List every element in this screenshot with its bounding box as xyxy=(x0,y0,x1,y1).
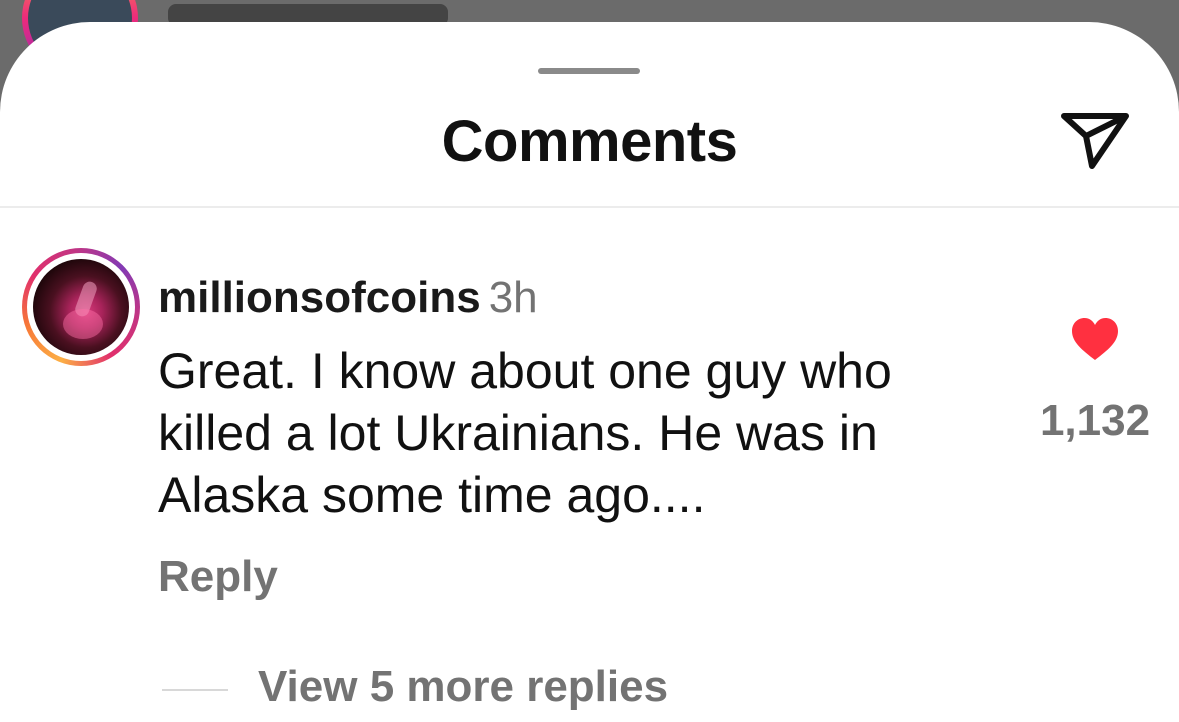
comments-sheet: Comments millionsofcoins 3h Great. I know… xyxy=(0,22,1179,722)
comment-text: Great. I know about one guy who killed a… xyxy=(158,343,892,523)
view-more-replies-button[interactable]: View 5 more replies xyxy=(258,662,668,712)
header-divider xyxy=(0,206,1179,208)
replies-divider xyxy=(162,689,228,691)
heart-filled-icon xyxy=(1072,318,1118,360)
like-button[interactable] xyxy=(1070,316,1120,364)
avatar-image xyxy=(33,259,129,355)
avatar[interactable] xyxy=(22,248,140,366)
reply-button[interactable]: Reply xyxy=(158,552,278,602)
share-button[interactable] xyxy=(1058,106,1132,172)
sheet-title: Comments xyxy=(441,109,738,174)
comment-username[interactable]: millionsofcoins xyxy=(158,273,481,322)
paper-plane-icon xyxy=(1061,113,1129,169)
sheet-grabber[interactable] xyxy=(538,68,640,74)
comment-header: millionsofcoins 3h xyxy=(158,270,538,326)
like-count: 1,132 xyxy=(1039,396,1151,445)
comment-timestamp: 3h xyxy=(488,273,538,322)
